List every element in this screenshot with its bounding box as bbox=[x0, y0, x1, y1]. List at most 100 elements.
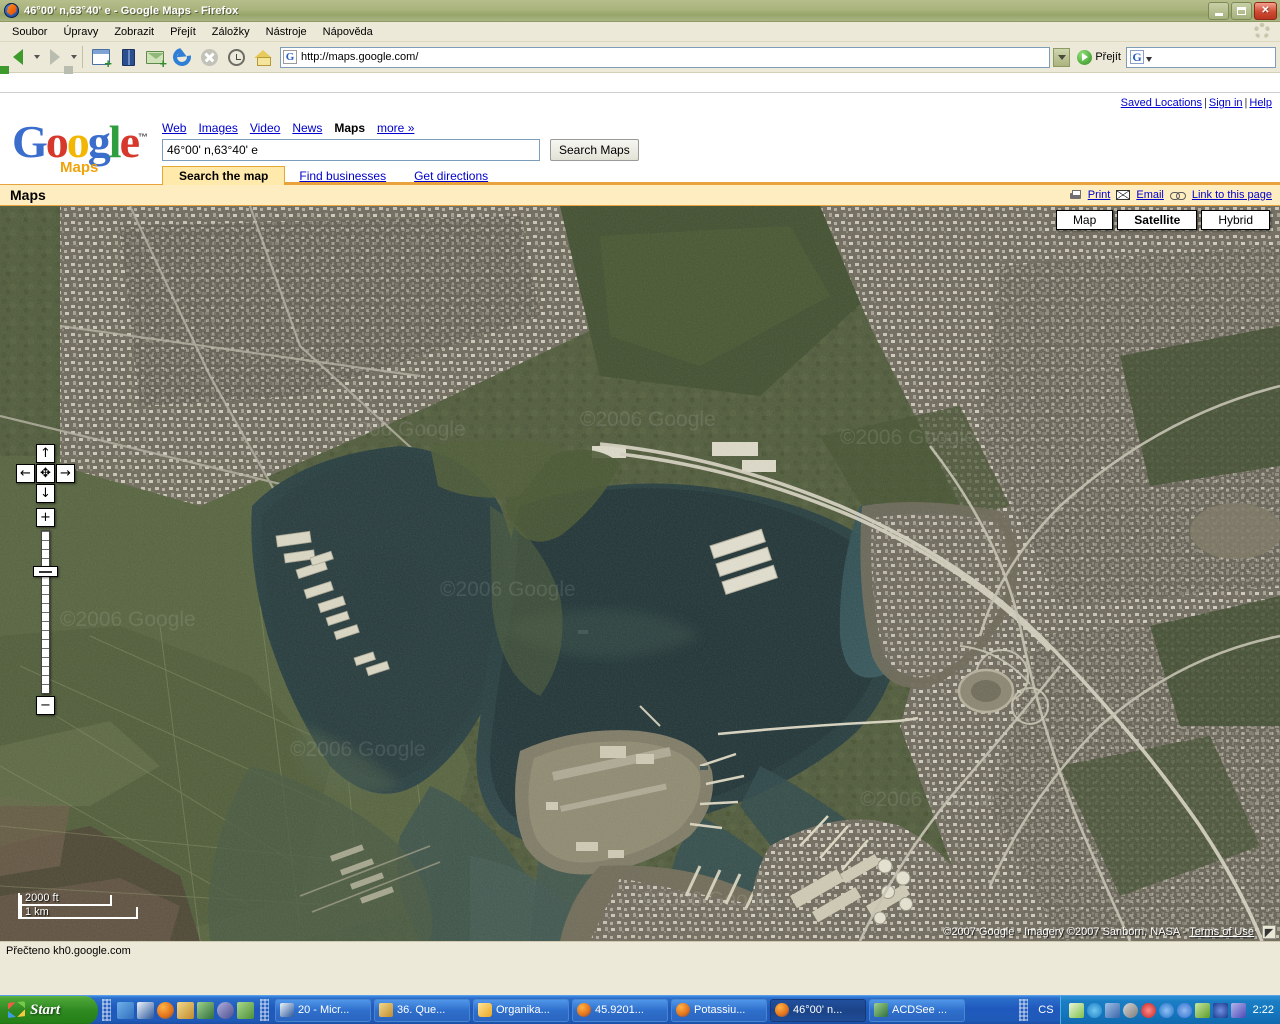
search-engine-chevron-down-icon[interactable] bbox=[1146, 56, 1152, 62]
tab-find-businesses[interactable]: Find businesses bbox=[285, 167, 400, 185]
pan-down-button[interactable]: ↓ bbox=[36, 484, 55, 503]
map-type-map-button[interactable]: Map bbox=[1055, 210, 1114, 230]
menu-item-zobrazit[interactable]: Zobrazit bbox=[106, 24, 162, 40]
task-button[interactable]: Potassiu... bbox=[671, 998, 767, 1022]
disk-icon[interactable] bbox=[1122, 1002, 1138, 1018]
language-indicator: CS bbox=[1038, 1004, 1054, 1016]
page-actions: Print Email Link to this page bbox=[1069, 189, 1272, 201]
stop-icon[interactable] bbox=[196, 44, 222, 70]
home-icon[interactable] bbox=[250, 44, 276, 70]
folder-icon bbox=[478, 1003, 492, 1017]
network-icon[interactable] bbox=[1104, 1002, 1120, 1018]
speed-icon[interactable] bbox=[1140, 1002, 1156, 1018]
sign-in-link[interactable]: Sign in bbox=[1209, 97, 1243, 109]
zoom-slider-track[interactable] bbox=[41, 530, 50, 694]
taskbar-grip[interactable] bbox=[1019, 999, 1029, 1021]
antivirus-icon[interactable] bbox=[1068, 1002, 1084, 1018]
task-button[interactable]: ACDSee ... bbox=[869, 998, 965, 1022]
zoom-in-button[interactable]: + bbox=[36, 508, 55, 527]
toolbar-divider bbox=[82, 46, 83, 68]
new-tab-icon[interactable] bbox=[88, 44, 114, 70]
google-logo[interactable]: Google™ Maps bbox=[12, 113, 162, 177]
address-bar[interactable]: G http://maps.google.com/ bbox=[280, 46, 1051, 68]
maps-search-input[interactable] bbox=[162, 139, 540, 161]
svg-text:©2006 Google: ©2006 Google bbox=[580, 408, 716, 431]
search-bar[interactable]: G bbox=[1126, 46, 1276, 68]
pan-left-button[interactable]: ← bbox=[16, 464, 35, 483]
search-maps-button[interactable]: Search Maps bbox=[550, 139, 639, 161]
terms-of-use-link[interactable]: Terms of Use bbox=[1189, 926, 1254, 938]
winamp-icon[interactable] bbox=[217, 1001, 234, 1019]
task-button-active[interactable]: 46°00' n... bbox=[770, 998, 866, 1022]
tab-get-directions[interactable]: Get directions bbox=[400, 167, 502, 185]
acrobat-icon[interactable] bbox=[1176, 1002, 1192, 1018]
back-button[interactable] bbox=[0, 44, 32, 74]
task-button[interactable]: 20 - Micr... bbox=[275, 998, 371, 1022]
tab-search-the-map[interactable]: Search the map bbox=[162, 166, 286, 185]
language-bar[interactable]: CS bbox=[1032, 1004, 1059, 1016]
nav-link-news[interactable]: News bbox=[292, 121, 322, 135]
pan-right-button[interactable]: → bbox=[56, 464, 75, 483]
forward-history-chevron-down-icon[interactable] bbox=[71, 55, 77, 59]
close-button[interactable]: ✕ bbox=[1254, 2, 1277, 20]
volume-icon[interactable] bbox=[1212, 1002, 1228, 1018]
zoom-slider-thumb[interactable] bbox=[33, 566, 58, 577]
opera-icon[interactable] bbox=[1086, 1002, 1102, 1018]
acdsee-icon bbox=[874, 1003, 888, 1017]
task-button[interactable]: 45.9201... bbox=[572, 998, 668, 1022]
taskbar-grip[interactable] bbox=[260, 999, 269, 1021]
taskbar-grip[interactable] bbox=[102, 999, 111, 1021]
mail-icon[interactable] bbox=[142, 44, 168, 70]
firefox-icon bbox=[676, 1003, 690, 1017]
maximize-button[interactable] bbox=[1231, 2, 1252, 20]
task-button[interactable]: 36. Que... bbox=[374, 998, 470, 1022]
map-viewport[interactable]: ©2006 Google ©2006 Google ©2006 Google ©… bbox=[0, 206, 1280, 941]
menu-item-napoveda[interactable]: Nápověda bbox=[315, 24, 381, 40]
minimize-button[interactable] bbox=[1208, 2, 1229, 20]
nav-link-web[interactable]: Web bbox=[162, 121, 186, 135]
map-type-satellite-button[interactable]: Satellite bbox=[1117, 210, 1198, 230]
history-clock-icon[interactable] bbox=[223, 44, 249, 70]
start-button[interactable]: Start bbox=[0, 995, 98, 1024]
link-to-this-page-link[interactable]: Link to this page bbox=[1192, 189, 1272, 201]
nav-link-more[interactable]: more » bbox=[377, 121, 414, 135]
firefox-icon[interactable] bbox=[157, 1001, 174, 1019]
back-history-chevron-down-icon[interactable] bbox=[34, 55, 40, 59]
word-icon[interactable] bbox=[137, 1001, 154, 1019]
maps-mode-tabs: Search the map Find businesses Get direc… bbox=[162, 165, 639, 185]
word-icon bbox=[280, 1003, 294, 1017]
center-map-button[interactable]: ✥ bbox=[36, 464, 55, 483]
help-link[interactable]: Help bbox=[1249, 97, 1272, 109]
messenger-icon[interactable] bbox=[1194, 1002, 1210, 1018]
page-title: Maps bbox=[10, 187, 46, 203]
zoom-out-button[interactable]: − bbox=[36, 696, 55, 715]
satellite-imagery[interactable]: ©2006 Google ©2006 Google ©2006 Google ©… bbox=[0, 206, 1280, 941]
editor-icon[interactable] bbox=[177, 1001, 194, 1019]
menu-item-prejit[interactable]: Přejít bbox=[162, 24, 204, 40]
email-link[interactable]: Email bbox=[1136, 189, 1164, 201]
saved-locations-link[interactable]: Saved Locations bbox=[1121, 97, 1202, 109]
print-link[interactable]: Print bbox=[1088, 189, 1111, 201]
acdsee-icon[interactable] bbox=[197, 1001, 214, 1019]
menu-item-zalozky[interactable]: Záložky bbox=[204, 24, 258, 40]
address-bar-chevron-down-icon[interactable] bbox=[1053, 47, 1071, 67]
shield-icon[interactable] bbox=[237, 1001, 254, 1019]
pan-up-button[interactable]: ↑ bbox=[36, 444, 55, 463]
forward-button[interactable] bbox=[41, 44, 73, 74]
security-icon[interactable] bbox=[1230, 1002, 1246, 1018]
go-button[interactable]: Přejít bbox=[1077, 49, 1121, 65]
reload-icon[interactable] bbox=[169, 44, 195, 70]
search-column: Web Images Video News Maps more » Search Maps… bbox=[162, 113, 639, 185]
task-button[interactable]: Organika... bbox=[473, 998, 569, 1022]
menu-item-soubor[interactable]: Soubor bbox=[4, 24, 55, 40]
nav-link-video[interactable]: Video bbox=[250, 121, 280, 135]
bookmarks-icon[interactable] bbox=[115, 44, 141, 70]
menu-item-upravy[interactable]: Úpravy bbox=[55, 24, 106, 40]
nav-link-images[interactable]: Images bbox=[198, 121, 237, 135]
menu-item-nastroje[interactable]: Nástroje bbox=[258, 24, 315, 40]
map-type-hybrid-button[interactable]: Hybrid bbox=[1201, 210, 1270, 230]
info-icon[interactable] bbox=[1158, 1002, 1174, 1018]
show-desktop-icon[interactable] bbox=[117, 1001, 134, 1019]
map-resize-grip[interactable]: ◤ bbox=[1262, 925, 1276, 939]
windows-taskbar: Start 20 - Micr... 36. Que... Organika..… bbox=[0, 995, 1280, 1024]
